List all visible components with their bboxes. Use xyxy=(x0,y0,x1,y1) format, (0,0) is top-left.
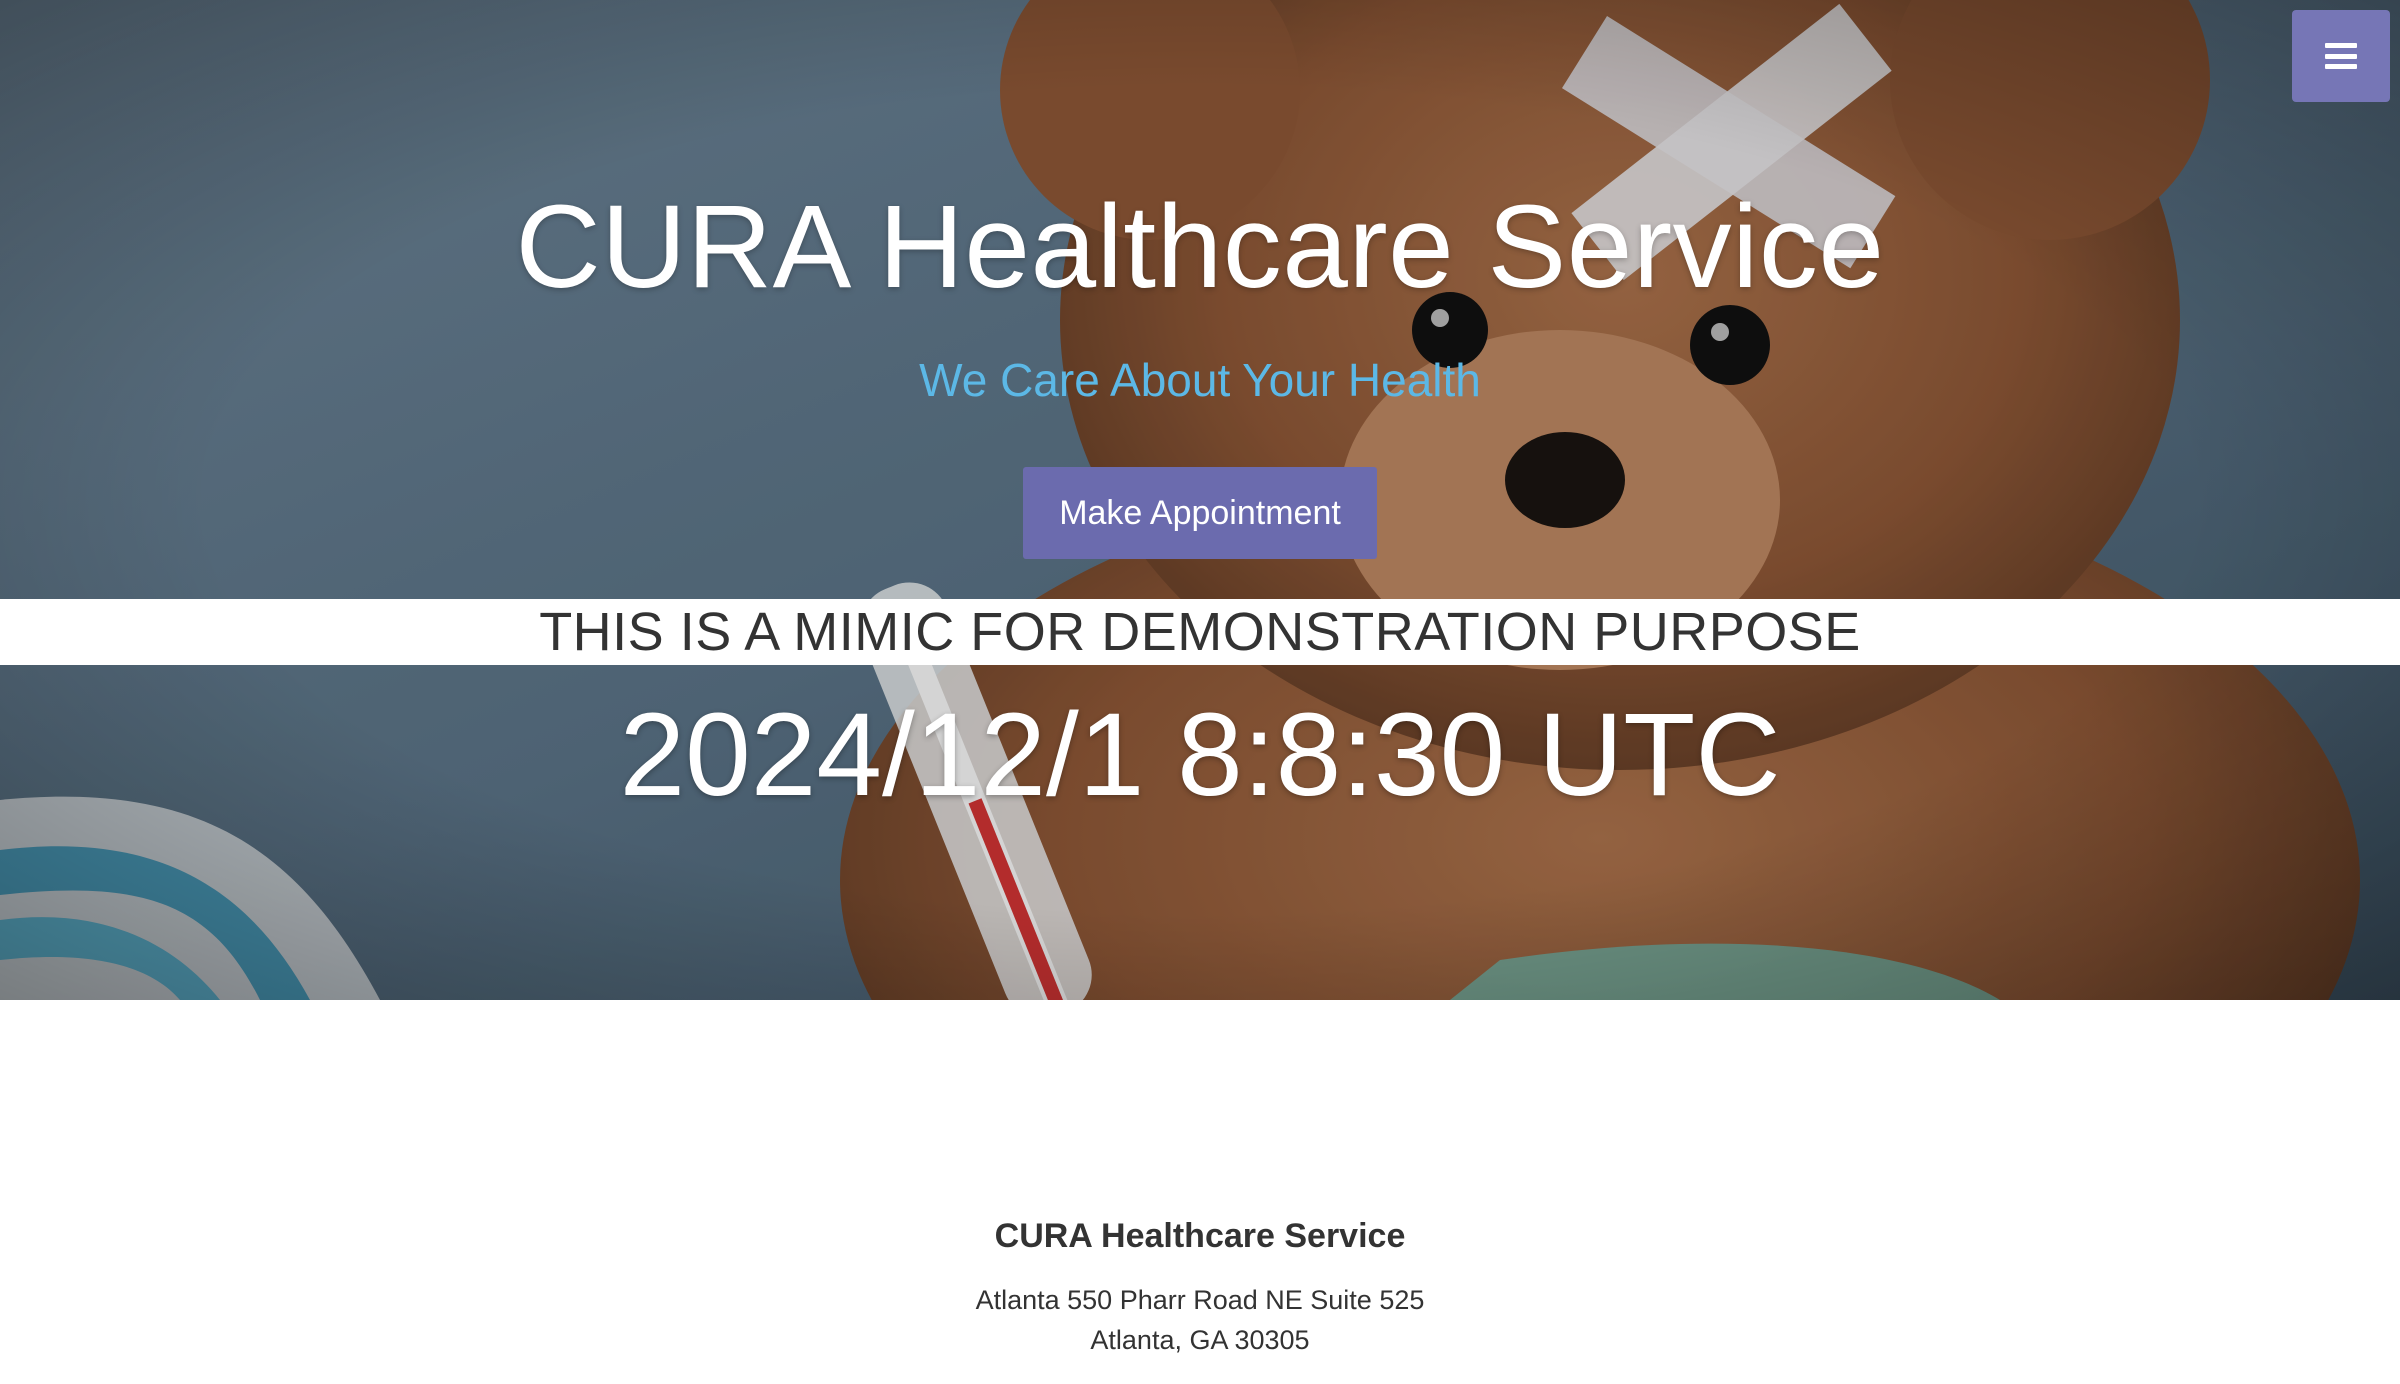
make-appointment-button[interactable]: Make Appointment xyxy=(1023,467,1377,559)
footer-address: Atlanta 550 Pharr Road NE Suite 525 Atla… xyxy=(0,1280,2400,1360)
hamburger-menu-icon xyxy=(2325,43,2357,69)
footer: CURA Healthcare Service Atlanta 550 Phar… xyxy=(0,1000,2400,1384)
hero-title: CURA Healthcare Service xyxy=(515,181,1885,313)
menu-toggle-button[interactable] xyxy=(2292,10,2390,102)
footer-company-name: CURA Healthcare Service xyxy=(994,1217,1406,1255)
hero-section: CURA Healthcare Service We Care About Yo… xyxy=(0,0,2400,1000)
footer-address-line2: Atlanta, GA 30305 xyxy=(1090,1325,1310,1355)
hero-content: CURA Healthcare Service We Care About Yo… xyxy=(0,0,2400,1000)
page: CURA Healthcare Service We Care About Yo… xyxy=(0,0,2400,1384)
footer-address-line1: Atlanta 550 Pharr Road NE Suite 525 xyxy=(975,1285,1425,1315)
current-timestamp: 2024/12/1 8:8:30 UTC xyxy=(619,689,1781,821)
hero-subtitle: We Care About Your Health xyxy=(919,354,1481,406)
demo-notice-banner: THIS IS A MIMIC FOR DEMONSTRATION PURPOS… xyxy=(0,599,2400,665)
